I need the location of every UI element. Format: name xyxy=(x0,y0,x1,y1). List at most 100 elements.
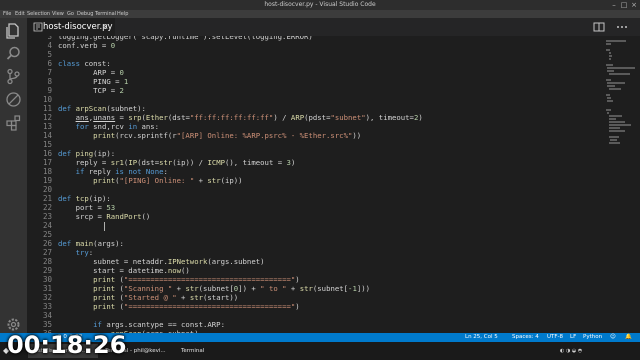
code-token: subnet = netaddr. xyxy=(93,257,168,266)
code-line[interactable]: conf.verb = 0 xyxy=(58,41,115,50)
code-token: 1 xyxy=(123,77,129,86)
code-token: ans: xyxy=(137,122,160,131)
language-mode[interactable]: Python xyxy=(583,333,602,342)
code-line[interactable]: if args.scantype == const.ARP: xyxy=(58,320,225,329)
tab-host-disocver[interactable]: host-disocver.py × xyxy=(27,18,115,36)
feedback-icon[interactable]: ☺ xyxy=(610,333,616,342)
code-token: srcp = xyxy=(75,212,107,221)
code-token: print xyxy=(93,293,116,302)
indentation-status[interactable]: Spaces: 4 xyxy=(512,333,539,342)
code-line[interactable]: subnet = netaddr.IPNetwork(args.subnet) xyxy=(58,257,264,266)
code-line[interactable]: start = datetime.now() xyxy=(58,266,190,275)
code-token: start = datetime. xyxy=(93,266,168,275)
code-line[interactable]: print ("Scanning " + str(subnet[0]) + " … xyxy=(58,284,370,293)
code-line[interactable]: PING = 1 xyxy=(58,77,128,86)
tab-close-icon[interactable]: × xyxy=(102,18,109,36)
line-number: 13 xyxy=(42,122,52,131)
code-token: ( xyxy=(115,302,124,311)
code-editor[interactable]: 3 4 5 6 7 8 9 10 11 12 13 14 15 16 17 18 19 20 21 22 23 24 25 2… xyxy=(27,36,640,342)
code-line[interactable]: print ("Started @ " + str(start)) xyxy=(58,293,238,302)
code-token: str xyxy=(299,284,313,293)
code-token: print xyxy=(93,131,116,140)
code-line[interactable]: class const: xyxy=(58,59,111,68)
code-line[interactable]: port = 53 xyxy=(58,203,116,212)
code-token: (ip): xyxy=(88,194,111,203)
minimap-line xyxy=(606,94,611,96)
code-token: is not xyxy=(115,167,142,176)
code-line[interactable]: for snd,rcv in ans: xyxy=(58,122,160,131)
code-token: "Started @ " xyxy=(123,293,177,302)
minimap-line xyxy=(608,73,631,75)
code-token: conf.verb = xyxy=(58,41,111,50)
explorer-icon[interactable] xyxy=(5,22,22,39)
system-tray[interactable]: ◐ ◑ ◒ ◓ xyxy=(560,342,582,360)
code-line[interactable]: print ("================================… xyxy=(58,275,300,284)
notifications-icon[interactable]: 🔔 xyxy=(625,333,632,342)
search-icon[interactable] xyxy=(5,45,22,62)
split-editor-icon[interactable] xyxy=(592,20,606,34)
code-token: + xyxy=(172,284,186,293)
code-line[interactable]: print(rcv.sprintf(r"[ARP] Online: %ARP.p… xyxy=(58,131,361,140)
source-control-icon[interactable] xyxy=(5,68,22,85)
cursor-position[interactable]: Ln 25, Col 5 xyxy=(465,333,498,342)
eol-status[interactable]: LF xyxy=(570,333,576,342)
encoding-status[interactable]: UTF-8 xyxy=(547,333,563,342)
line-number: 30 xyxy=(42,275,52,284)
code-line[interactable]: srcp = RandPort() xyxy=(58,212,151,221)
line-number: 18 xyxy=(42,167,52,176)
code-line[interactable]: print ("================================… xyxy=(58,302,300,311)
code-token: (pdst= xyxy=(304,113,331,122)
minimap-line xyxy=(606,64,613,66)
debug-icon[interactable] xyxy=(5,91,22,108)
code-line[interactable]: ans,unans = srp(Ether(dst="ff:ff:ff:ff:f… xyxy=(58,113,423,122)
code-line[interactable]: TCP = 2 xyxy=(58,86,124,95)
minimap-line xyxy=(606,49,611,51)
code-token: (subnet): xyxy=(106,104,146,113)
line-number-gutter: 3 4 5 6 7 8 9 10 11 12 13 14 15 16 17 18 19 20 21 22 23 24 25 2… xyxy=(27,36,54,342)
menu-help[interactable]: Help xyxy=(117,10,128,18)
minimap-line xyxy=(606,109,612,111)
minimap-line xyxy=(608,130,626,132)
code-line[interactable]: ARP = 0 xyxy=(58,68,124,77)
code-line[interactable]: print("[PING] Online: " + str(ip)) xyxy=(58,176,242,185)
minimap-line xyxy=(608,124,631,126)
minimap[interactable] xyxy=(603,36,640,342)
line-number: 10 xyxy=(42,95,52,104)
code-token: 2 xyxy=(119,86,124,95)
more-actions-icon[interactable] xyxy=(615,20,629,34)
code-token: ans xyxy=(75,113,89,122)
line-number: 12 xyxy=(42,113,52,122)
line-number: 23 xyxy=(42,212,52,221)
menu-view[interactable]: View xyxy=(52,10,64,18)
code-line[interactable]: def tcp(ip): xyxy=(58,194,111,203)
menu-debug[interactable]: Debug xyxy=(77,10,93,18)
extensions-icon[interactable] xyxy=(5,114,22,131)
minimap-line xyxy=(607,100,614,102)
code-token: in xyxy=(128,122,138,131)
maximize-icon[interactable]: □ xyxy=(620,1,628,9)
menu-go[interactable]: Go xyxy=(67,10,74,18)
minimize-icon[interactable]: – xyxy=(610,1,618,9)
code-line[interactable]: try: xyxy=(58,248,94,257)
code-line[interactable]: def arpScan(subnet): xyxy=(58,104,146,113)
code-line[interactable]: reply = sr1(IP(dst=str(ip)) / ICMP(), ti… xyxy=(58,158,296,167)
title-bar: host-disocver.py - Visual Studio Code – … xyxy=(0,0,640,10)
close-window-icon[interactable]: × xyxy=(630,1,638,9)
menu-terminal[interactable]: Terminal xyxy=(95,10,116,18)
code-line[interactable]: def ping(ip): xyxy=(58,149,115,158)
code-token: ARP xyxy=(290,113,305,122)
taskbar-item-terminal[interactable]: Terminal xyxy=(178,344,218,358)
menu-file[interactable]: File xyxy=(3,10,11,18)
code-token: def xyxy=(58,239,72,248)
line-number: 27 xyxy=(42,248,52,257)
code-token: = xyxy=(115,113,129,122)
menu-edit[interactable]: Edit xyxy=(15,10,25,18)
code-line[interactable]: if reply is not None: xyxy=(58,167,168,176)
line-number: 19 xyxy=(42,176,52,185)
code-line[interactable]: def main(args): xyxy=(58,239,124,248)
menu-selection[interactable]: Selection xyxy=(27,10,50,18)
code-token: ARP = xyxy=(93,68,120,77)
